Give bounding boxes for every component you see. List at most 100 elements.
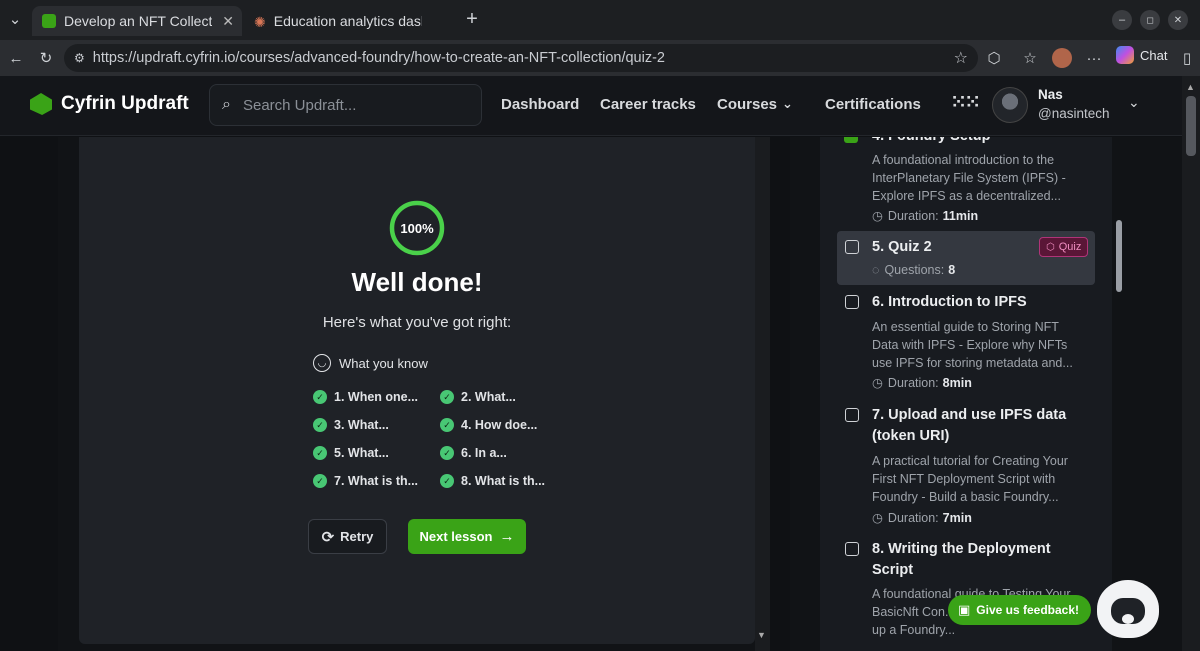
duration-label: Duration:	[887, 510, 939, 525]
url-text: https://updraft.cyfrin.io/courses/advanc…	[92, 50, 665, 66]
lesson-checkbox[interactable]	[845, 408, 859, 422]
duration-value: 7min	[942, 510, 972, 525]
browser-tab-bar: ⌄ Develop an NFT Collection ✕ ✺ Educatio…	[0, 0, 1200, 40]
address-bar[interactable]: ⚙ https://updraft.cyfrin.io/courses/adva…	[64, 44, 978, 72]
back-icon[interactable]: ←	[6, 48, 26, 68]
page-scroll-up-arrow-icon[interactable]: ▲	[1186, 82, 1195, 92]
what-you-know-label: ◡ What you know	[313, 354, 428, 372]
new-tab-icon[interactable]: +	[462, 8, 482, 30]
retry-icon: ⟳	[321, 528, 335, 546]
maximize-icon[interactable]: ◻	[1140, 10, 1160, 30]
correct-item: ✓ 2. What...	[440, 390, 516, 404]
mascot-bear-icon[interactable]	[1097, 580, 1159, 638]
sidebar-toggle-icon[interactable]: ▯	[1178, 48, 1196, 68]
correct-item: ✓ 1. When one...	[313, 390, 418, 404]
user-handle: @nasintech	[1038, 106, 1110, 121]
nav-career-tracks[interactable]: Career tracks	[600, 96, 696, 113]
lesson-title[interactable]: 8. Writing the Deployment Script	[872, 539, 1072, 581]
feedback-button[interactable]: ▣ Give us feedback!	[948, 595, 1092, 625]
lesson-checkbox[interactable]	[845, 542, 859, 556]
tab-list-icon[interactable]: ⌄	[6, 10, 24, 28]
result-heading: Well done!	[351, 267, 483, 297]
page-scrollbar[interactable]	[1182, 76, 1200, 651]
more-menu-icon[interactable]: ···	[1084, 48, 1104, 68]
copilot-chat-button[interactable]: Chat	[1116, 46, 1167, 64]
bookmark-star-icon[interactable]: ☆	[954, 48, 968, 68]
check-circle-icon: ✓	[313, 418, 327, 432]
mascot-nose	[1122, 614, 1134, 624]
lesson-checkbox[interactable]	[845, 295, 859, 309]
tab-title: Develop an NFT Collection	[64, 13, 212, 29]
tab-develop-nft[interactable]: Develop an NFT Collection ✕	[32, 6, 242, 36]
duration-value: 11min	[942, 208, 979, 223]
user-menu-chevron-icon[interactable]: ⌄	[1128, 94, 1140, 111]
lesson-checkbox[interactable]	[845, 240, 859, 254]
close-tab-icon[interactable]: ✕	[222, 13, 234, 30]
scroll-down-arrow-icon[interactable]: ▼	[757, 630, 766, 640]
clock-icon: ◷	[872, 376, 883, 390]
lesson-list: 4. Foundry Setup A foundational introduc…	[820, 137, 1112, 651]
lesson-duration: ◷ Duration: 7min	[872, 510, 972, 526]
check-circle-icon: ✓	[440, 474, 454, 488]
user-avatar[interactable]	[992, 87, 1028, 123]
questions-label: Questions:	[884, 263, 945, 277]
duration-label: Duration:	[887, 375, 939, 390]
favorites-icon[interactable]: ☆	[1020, 48, 1040, 68]
search-input[interactable]: ⌕ Search Updraft...	[209, 84, 482, 126]
lesson-check-done-icon[interactable]	[844, 137, 858, 143]
user-name: Nas	[1038, 87, 1063, 102]
feedback-chat-icon: ▣	[958, 602, 971, 617]
apps-grid-icon[interactable]: ⁙⁙	[951, 92, 980, 113]
lesson-description: A practical tutorial for Creating Your F…	[872, 454, 1068, 504]
correct-item: ✓ 5. What...	[313, 446, 389, 460]
courses-chevron-icon[interactable]: ⌄	[782, 96, 793, 112]
score-text: 100%	[400, 221, 434, 236]
app-header: Cyfrin Updraft ⌕ Search Updraft... Dashb…	[0, 76, 1200, 136]
profile-avatar-icon[interactable]	[1052, 48, 1072, 68]
tab-education-analytics[interactable]: ✺ Education analytics dashbo	[244, 6, 454, 36]
arrow-right-icon: →	[499, 528, 515, 545]
questions-value: 8	[948, 263, 956, 277]
item-text: 6. In a...	[461, 446, 507, 460]
next-lesson-button[interactable]: Next lesson →	[408, 519, 526, 554]
lesson-title[interactable]: 4. Foundry Setup	[872, 137, 990, 147]
lesson-title[interactable]: 7. Upload and use IPFS data (token URI)	[872, 405, 1072, 447]
quiz-result-card: 100% Well done! Here's what you've got r…	[79, 137, 755, 644]
item-text: 8. What is th...	[461, 474, 546, 488]
correct-item: ✓ 7. What is th...	[313, 474, 418, 488]
content-scrollbar[interactable]	[755, 137, 770, 651]
brand-logo[interactable]: Cyfrin Updraft	[30, 93, 189, 115]
retry-button[interactable]: ⟳ Retry	[308, 519, 387, 554]
lesson-title[interactable]: 6. Introduction to IPFS	[872, 292, 1027, 313]
item-text: 5. What...	[334, 446, 389, 460]
lesson-duration: ◷ Duration: 11min	[872, 208, 979, 224]
next-lesson-label: Next lesson	[419, 529, 493, 544]
extensions-icon[interactable]: ⬡	[984, 48, 1004, 68]
result-subheading: Here's what you've got right:	[322, 314, 512, 331]
updraft-favicon	[42, 14, 56, 28]
reload-icon[interactable]: ↻	[36, 48, 56, 68]
nav-dashboard[interactable]: Dashboard	[501, 96, 579, 113]
cyfrin-logo-icon	[30, 93, 52, 115]
page-scrollbar-thumb[interactable]	[1186, 96, 1196, 156]
minimize-icon[interactable]: –	[1112, 10, 1132, 30]
nav-certifications[interactable]: Certifications	[825, 96, 921, 113]
duration-label: Duration:	[887, 208, 939, 223]
search-placeholder: Search Updraft...	[242, 96, 357, 114]
correct-item: ✓ 3. What...	[313, 418, 389, 432]
item-text: 7. What is th...	[334, 474, 419, 488]
quiz-badge: ⬡ Quiz	[1039, 237, 1089, 257]
check-circle-icon: ✓	[313, 446, 327, 460]
correct-item: ✓ 6. In a...	[440, 446, 507, 460]
nav-courses[interactable]: Courses	[717, 96, 777, 113]
browser-toolbar: ← ↻ ⚙ https://updraft.cyfrin.io/courses/…	[0, 40, 1200, 76]
site-info-icon[interactable]: ⚙	[74, 51, 85, 65]
lesson-title[interactable]: 5. Quiz 2	[872, 237, 932, 258]
question-icon: ◌	[872, 263, 880, 277]
close-window-icon[interactable]: ✕	[1168, 10, 1188, 30]
search-icon: ⌕	[222, 96, 231, 113]
badge-label: Quiz	[1058, 241, 1082, 253]
check-circle-icon: ✓	[313, 474, 327, 488]
lesson-duration: ◷ Duration: 8min	[872, 375, 972, 391]
lesson-scrollbar-thumb[interactable]	[1116, 220, 1122, 292]
